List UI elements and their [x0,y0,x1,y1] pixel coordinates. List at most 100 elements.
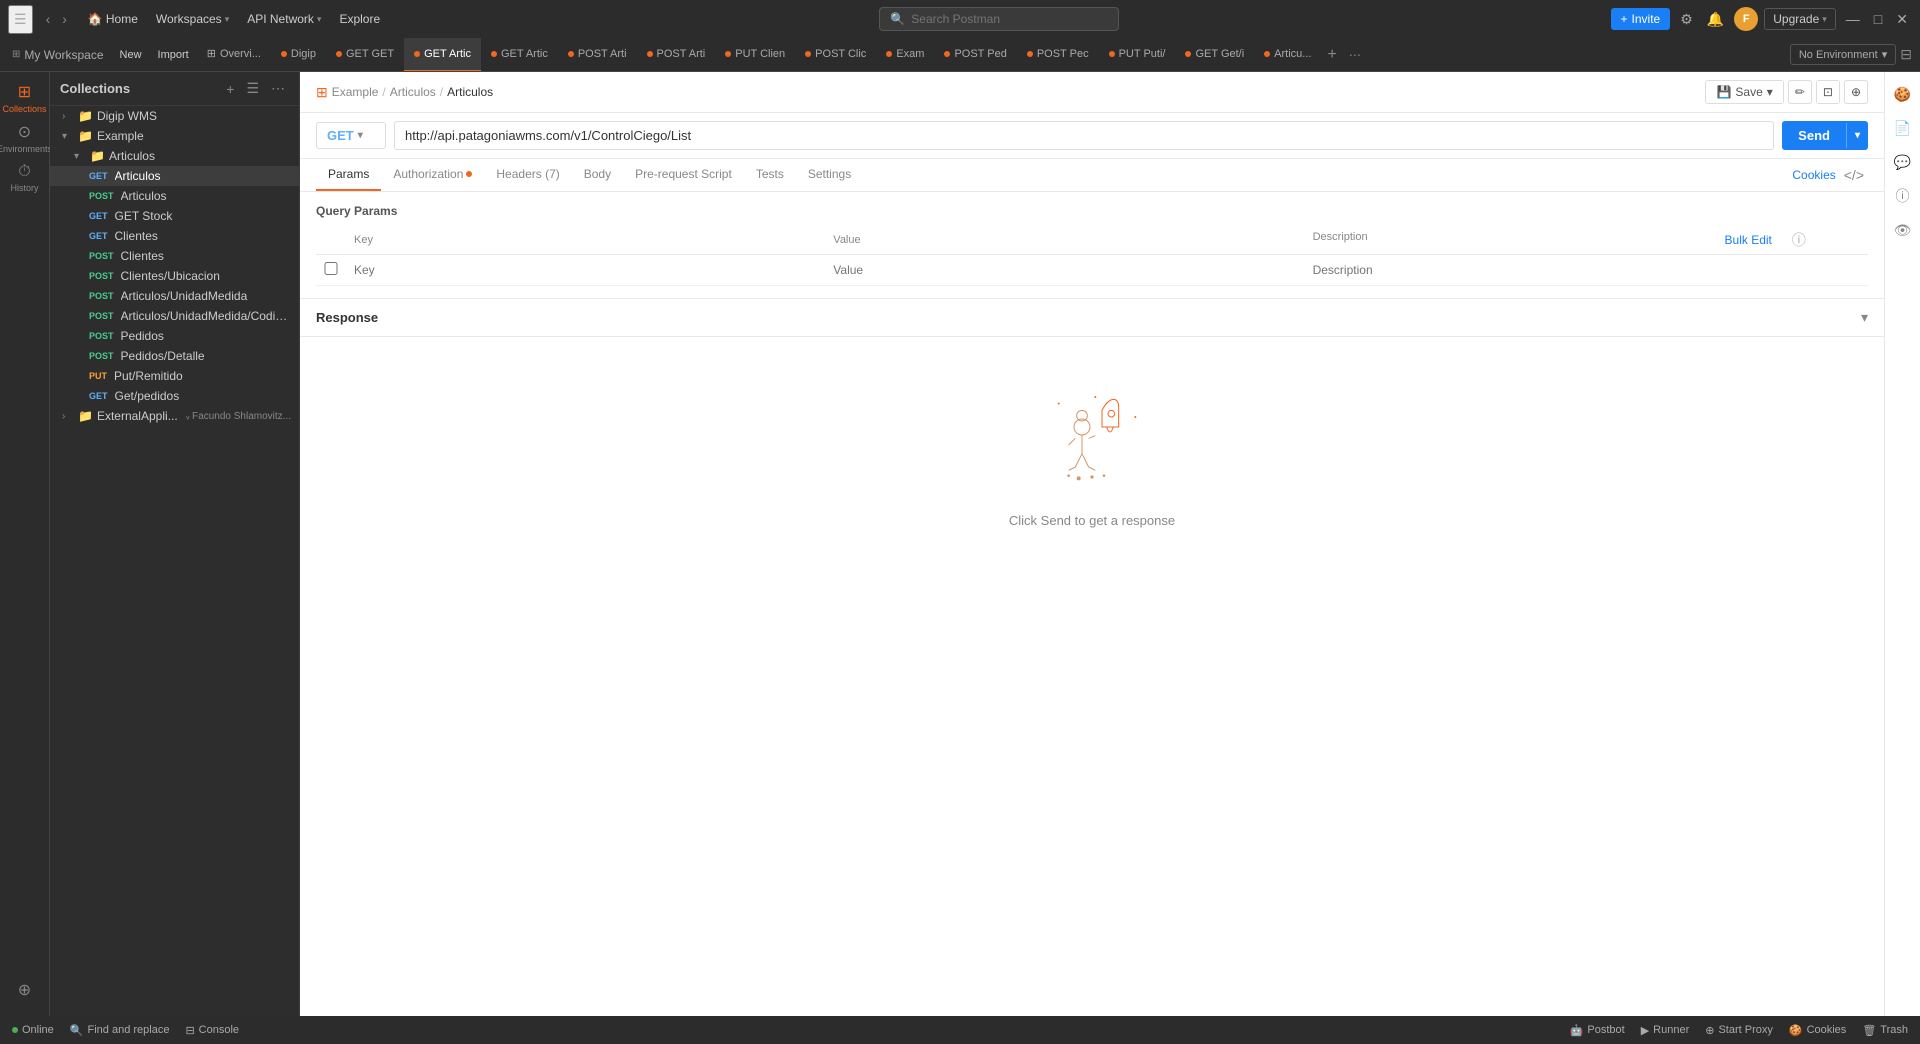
bottom-start-proxy[interactable]: ⊕ Start Proxy [1705,1024,1773,1037]
right-icon-cookie[interactable]: 🍪 [1889,80,1917,108]
more-actions-button[interactable]: ⊕ [1844,80,1868,104]
folder-icon-articulos: 📁 [90,149,105,163]
response-header[interactable]: Response ▾ [300,299,1884,337]
tree-item-post-clientes[interactable]: POST Clientes [50,246,299,266]
new-button[interactable]: New [112,45,150,65]
sidebar-add-button[interactable]: + [222,78,238,99]
tab-authorization[interactable]: Authorization [381,159,484,191]
bottom-cookies[interactable]: 🍪 Cookies [1789,1024,1846,1037]
tree-item-get-clientes[interactable]: GET Clientes [50,226,299,246]
breadcrumb-articulos-folder[interactable]: Articulos [390,85,436,99]
invite-button[interactable]: + Invite [1611,8,1671,30]
tab-digip[interactable]: Digip [271,38,326,72]
close-button[interactable]: ✕ [1892,7,1912,32]
nav-home[interactable]: 🏠 Home [80,8,146,30]
param-value-input[interactable] [833,259,1296,281]
tree-item-post-pedidos-detalle[interactable]: POST Pedidos/Detalle [50,346,299,366]
tab-exam[interactable]: Exam [876,38,934,72]
tab-overview[interactable]: ⊞ Overvi... [197,38,271,72]
tree-item-get-articulos[interactable]: GET Articulos [50,166,299,186]
import-button[interactable]: Import [150,45,197,65]
tree-item-articulos-folder[interactable]: ▾ 📁 Articulos [50,146,299,166]
copy-icon-button[interactable]: ⊡ [1816,80,1840,104]
sidebar-icon-environments[interactable]: ⊙ Environments [7,120,43,156]
bottom-console[interactable]: ⊟ Console [185,1024,239,1037]
tab-put-clien[interactable]: PUT Clien [715,38,795,72]
method-selector[interactable]: GET ▾ [316,122,386,149]
row-checkbox[interactable] [324,262,338,275]
tab-tests[interactable]: Tests [744,159,796,191]
search-bar[interactable]: 🔍 [879,7,1119,31]
env-selector[interactable]: No Environment ▾ [1790,44,1896,65]
sidebar-icon-history[interactable]: ⏱ History [7,160,43,196]
save-button[interactable]: 💾 Save ▾ [1705,80,1783,104]
upgrade-button[interactable]: Upgrade ▾ [1764,8,1836,30]
bottom-online-status[interactable]: Online [12,1024,54,1036]
menu-icon[interactable]: ☰ [8,5,33,34]
sidebar-filter-button[interactable]: ☰ [242,78,263,99]
tab-get-artic2[interactable]: GET Artic [481,38,558,72]
sidebar-icon-plugins[interactable]: ⊕ [7,972,43,1008]
tab-overflow-button[interactable]: ⋯ [1343,48,1367,62]
tree-item-put-remitido[interactable]: PUT Put/Remitido [50,366,299,386]
tab-params[interactable]: Params [316,159,381,191]
tab-post-ped2[interactable]: POST Pec [1017,38,1099,72]
nav-explore[interactable]: Explore [331,8,388,30]
tree-item-get-pedidos[interactable]: GET Get/pedidos [50,386,299,406]
tree-item-post-articulos-unidad[interactable]: POST Articulos/UnidadMedida [50,286,299,306]
avatar[interactable]: F [1734,7,1758,31]
bottom-postbot[interactable]: 🤖 Postbot [1570,1024,1625,1037]
bottom-runner[interactable]: ▶ Runner [1641,1024,1690,1037]
tab-post-arti2[interactable]: POST Arti [637,38,716,72]
bottom-trash[interactable]: 🗑 Trash [1862,1024,1908,1037]
nav-back-button[interactable]: ‹ [41,9,56,29]
tab-settings[interactable]: Settings [796,159,863,191]
tree-item-get-stock[interactable]: GET GET Stock [50,206,299,226]
param-description-input[interactable] [1313,259,1776,281]
tab-post-ped1[interactable]: POST Ped [934,38,1016,72]
tab-headers[interactable]: Headers (7) [484,159,571,191]
tree-item-post-articulos-cod[interactable]: POST Articulos/UnidadMedida/Codig... [50,306,299,326]
breadcrumb-example[interactable]: Example [332,85,379,99]
nav-api-network[interactable]: API Network ▾ [239,8,329,30]
tree-item-post-articulos[interactable]: POST Articulos [50,186,299,206]
right-icon-comment[interactable]: 💬 [1889,148,1917,176]
sidebar-more-button[interactable]: ⋯ [267,78,289,99]
bulk-edit-button[interactable]: Bulk Edit [1721,231,1776,249]
code-icon[interactable]: </> [1840,159,1868,191]
notification-icon[interactable]: 🔔 [1703,7,1728,32]
url-input[interactable] [394,121,1774,150]
tab-articu[interactable]: Articu... [1254,38,1321,72]
tab-get-get[interactable]: GET GET [326,38,404,72]
tree-item-digip-wms[interactable]: › 📁 Digip WMS [50,106,299,126]
tab-get-artic1[interactable]: GET Artic [404,38,481,72]
nav-forward-button[interactable]: › [57,9,72,29]
param-key-input[interactable] [354,259,817,281]
tab-add-button[interactable]: + [1321,46,1342,64]
minimize-button[interactable]: — [1842,7,1864,31]
tab-post-clic[interactable]: POST Clic [795,38,876,72]
layout-icon-button[interactable]: ⊟ [1896,42,1916,67]
right-icon-info[interactable]: ⓘ [1889,182,1917,210]
send-dropdown-arrow[interactable]: ▾ [1846,123,1868,148]
tab-get-geth[interactable]: GET Get/i [1175,38,1254,72]
tab-body[interactable]: Body [572,159,623,191]
right-icon-docs[interactable]: 📄 [1889,114,1917,142]
maximize-button[interactable]: □ [1870,7,1886,31]
tab-post-arti1[interactable]: POST Arti [558,38,637,72]
edit-icon-button[interactable]: ✏ [1788,80,1812,104]
tree-item-post-pedidos[interactable]: POST Pedidos [50,326,299,346]
tab-put-puti[interactable]: PUT Puti/ [1099,38,1176,72]
nav-workspaces[interactable]: Workspaces ▾ [148,8,237,30]
tree-item-external[interactable]: › 📁 ExternalAppli... ᵥ Facundo Shlamovit… [50,406,299,426]
send-button[interactable]: Send ▾ [1782,121,1868,150]
settings-icon[interactable]: ⚙ [1676,7,1697,32]
cookies-link[interactable]: Cookies [1788,160,1839,190]
right-icon-eye[interactable]: 👁 [1889,216,1917,244]
search-input[interactable] [911,12,1091,26]
sidebar-icon-collections[interactable]: ⊞ Collections [7,80,43,116]
bottom-find-replace[interactable]: 🔍 Find and replace [70,1024,170,1037]
tree-item-example[interactable]: ▾ 📁 Example [50,126,299,146]
tree-item-post-clientes-ubicacion[interactable]: POST Clientes/Ubicacion [50,266,299,286]
tab-pre-request[interactable]: Pre-request Script [623,159,744,191]
